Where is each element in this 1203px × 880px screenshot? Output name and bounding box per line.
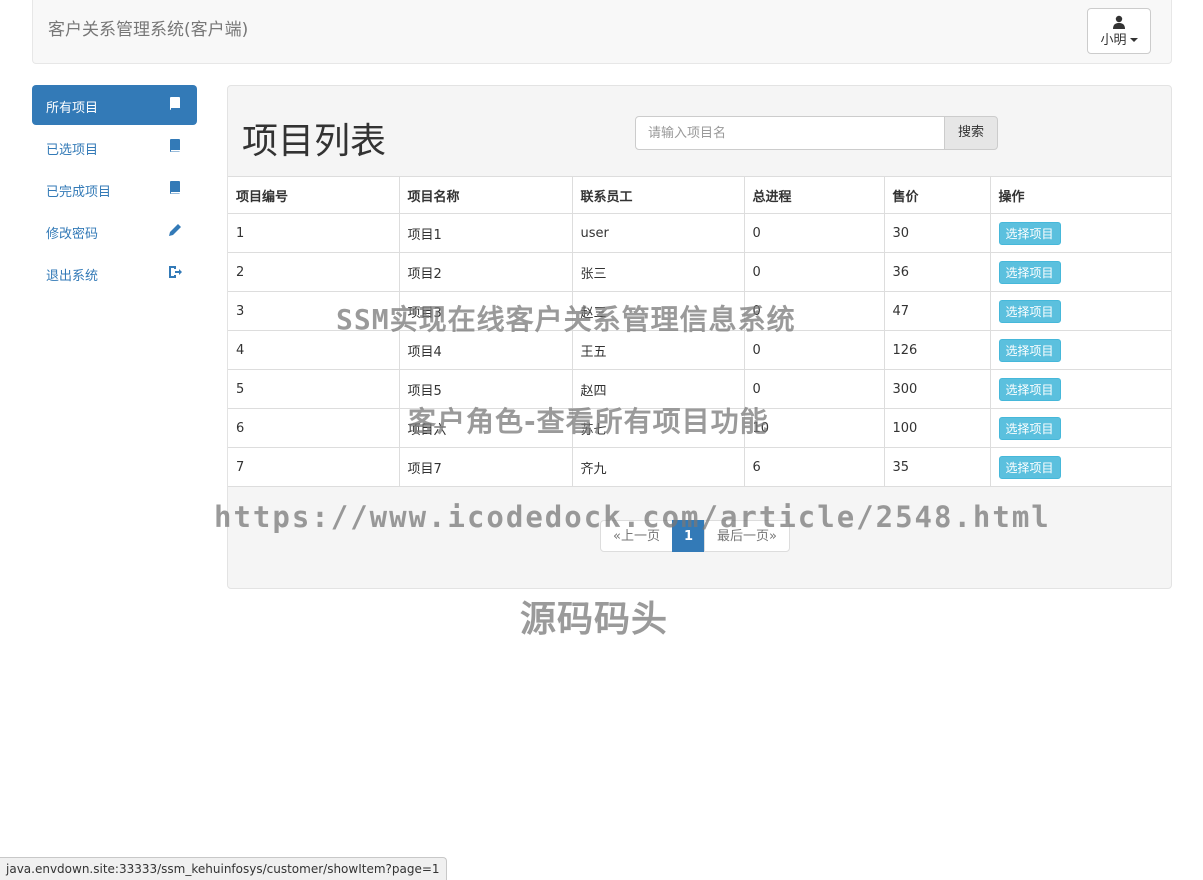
cell-action: 选择项目 (989, 252, 1171, 292)
cell-price: 36 (883, 252, 991, 292)
cell-project-id: 1 (228, 213, 400, 253)
top-navbar: 客户关系管理系统(客户端) 小明 (32, 0, 1172, 64)
book-icon (170, 97, 180, 110)
sidebar-item-label: 修改密码 (46, 227, 99, 242)
cell-project-name: 项目1 (398, 213, 573, 253)
watermark-brand: 源码码头 (520, 599, 669, 640)
sidebar-item-logout[interactable]: 退出系统 (32, 253, 197, 293)
book-icon (170, 181, 180, 194)
sidebar-nav: 所有项目 已选项目 已完成项目 修改密码 退出系统 (32, 85, 197, 295)
header-employee: 联系员工 (571, 176, 745, 214)
cell-action: 选择项目 (989, 408, 1171, 448)
cell-project-name: 项目2 (398, 252, 573, 292)
cell-project-id: 5 (228, 369, 400, 409)
header-price: 售价 (883, 176, 991, 214)
cell-price: 47 (883, 291, 991, 331)
app-brand[interactable]: 客户关系管理系统(客户端) (48, 15, 248, 40)
watermark-title: SSM实现在线客户关系管理信息系统 (336, 303, 796, 336)
sidebar-item-completed-projects[interactable]: 已完成项目 (32, 169, 197, 209)
select-project-button[interactable]: 选择项目 (998, 416, 1061, 440)
sidebar-item-change-password[interactable]: 修改密码 (32, 211, 197, 251)
cell-price: 30 (883, 213, 991, 253)
book-icon (170, 139, 180, 152)
select-project-button[interactable]: 选择项目 (998, 377, 1061, 401)
table-row: 1 项目1 user 0 30 选择项目 (228, 213, 1171, 253)
cell-action: 选择项目 (989, 330, 1171, 370)
sidebar-item-label: 所有项目 (46, 101, 99, 116)
search-input[interactable] (635, 116, 945, 150)
table-header-row: 项目编号 项目名称 联系员工 总进程 售价 操作 (228, 176, 1171, 214)
cell-progress: 0 (743, 213, 885, 253)
select-project-button[interactable]: 选择项目 (998, 260, 1061, 284)
logout-icon (169, 266, 182, 278)
cell-employee: user (571, 213, 745, 253)
select-project-button[interactable]: 选择项目 (998, 299, 1061, 323)
cell-action: 选择项目 (989, 369, 1171, 409)
search-button[interactable]: 搜索 (944, 116, 998, 150)
header-project-name: 项目名称 (398, 176, 573, 214)
cell-progress: 0 (743, 252, 885, 292)
cell-price: 100 (883, 408, 991, 448)
table-row: 7 项目7 齐九 6 35 选择项目 (228, 447, 1171, 487)
sidebar-item-selected-projects[interactable]: 已选项目 (32, 127, 197, 167)
watermark-url: https://www.icodedock.com/article/2548.h… (214, 500, 1051, 534)
browser-status-url: java.envdown.site:33333/ssm_kehuinfosys/… (0, 857, 447, 880)
sidebar-item-all-projects[interactable]: 所有项目 (32, 85, 197, 125)
sidebar-item-label: 退出系统 (46, 269, 99, 284)
user-icon (1113, 15, 1125, 29)
select-project-button[interactable]: 选择项目 (998, 338, 1061, 362)
cell-progress: 6 (743, 447, 885, 487)
cell-project-id: 6 (228, 408, 400, 448)
select-project-button[interactable]: 选择项目 (998, 221, 1061, 245)
cell-price: 300 (883, 369, 991, 409)
user-name: 小明 (1100, 33, 1127, 48)
cell-project-id: 7 (228, 447, 400, 487)
header-action: 操作 (989, 176, 1171, 214)
cell-action: 选择项目 (989, 213, 1171, 253)
header-progress: 总进程 (743, 176, 885, 214)
cell-project-id: 2 (228, 252, 400, 292)
pencil-icon (169, 224, 181, 236)
caret-down-icon (1129, 37, 1138, 42)
watermark-subtitle: 客户角色-查看所有项目功能 (408, 405, 769, 438)
header-project-id: 项目编号 (228, 176, 400, 214)
cell-action: 选择项目 (989, 447, 1171, 487)
sidebar-item-label: 已选项目 (46, 143, 99, 158)
user-menu-button[interactable]: 小明 (1087, 8, 1151, 54)
table-row: 2 项目2 张三 0 36 选择项目 (228, 252, 1171, 292)
cell-employee: 张三 (571, 252, 745, 292)
cell-price: 35 (883, 447, 991, 487)
cell-employee: 齐九 (571, 447, 745, 487)
page-title: 项目列表 (242, 121, 387, 162)
cell-project-name: 项目7 (398, 447, 573, 487)
select-project-button[interactable]: 选择项目 (998, 455, 1061, 479)
sidebar-item-label: 已完成项目 (46, 185, 112, 200)
cell-action: 选择项目 (989, 291, 1171, 331)
cell-price: 126 (883, 330, 991, 370)
